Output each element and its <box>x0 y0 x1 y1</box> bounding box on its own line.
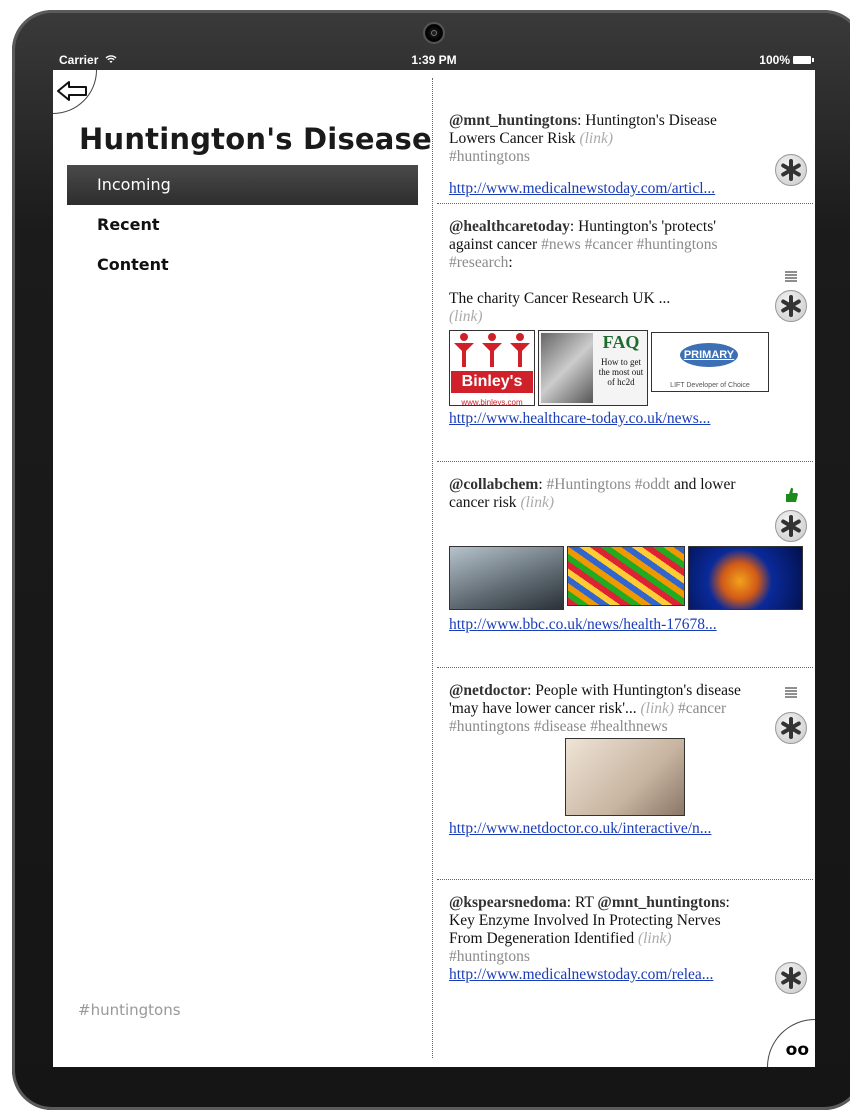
back-arrow-icon <box>57 81 87 101</box>
asterisk-icon <box>781 967 801 989</box>
tweet-url[interactable]: http://www.healthcare-today.co.uk/news..… <box>449 410 803 428</box>
item-actions <box>775 154 807 186</box>
oo-icon: oo <box>785 1040 809 1060</box>
tweet-link-word[interactable]: (link) <box>641 700 675 717</box>
feed-item: @kspearsnedoma: RT @mnt_huntingtons: Key… <box>437 880 813 994</box>
tweet-handle[interactable]: @collabchem <box>449 476 538 493</box>
primary-tagline: LIFT Developer of Choice <box>670 382 750 389</box>
star-button[interactable] <box>775 510 807 542</box>
asterisk-icon <box>781 717 801 739</box>
tweet-url[interactable]: http://www.netdoctor.co.uk/interactive/n… <box>449 820 803 838</box>
asterisk-icon <box>781 295 801 317</box>
tweet-extra: The charity Cancer Research UK ... <box>449 290 671 307</box>
corner-menu-button[interactable]: oo <box>767 1019 815 1067</box>
tweet-tags[interactable]: #Huntingtons #oddt <box>547 476 671 493</box>
app-screen: Huntington's Disease Incoming Recent Con… <box>53 70 815 1067</box>
sidebar-item-incoming[interactable]: Incoming <box>67 165 418 205</box>
tweet-mention[interactable]: @mnt_huntingtons <box>597 894 725 911</box>
star-button[interactable] <box>775 290 807 322</box>
device-frame: Carrier 1:39 PM 100% Huntington's Diseas… <box>0 0 850 1110</box>
faq-thumbnail[interactable]: FAQ How to get the most out of hc2d <box>538 330 648 406</box>
tweet-handle[interactable]: @healthcaretoday <box>449 218 570 235</box>
battery-percent: 100% <box>759 53 790 67</box>
tweet-body: : <box>538 476 547 493</box>
battery-icon <box>793 56 814 64</box>
clock: 1:39 PM <box>411 53 457 67</box>
tweet-text: @healthcaretoday: Huntington's 'protects… <box>449 218 803 326</box>
camera-icon <box>423 22 445 44</box>
dictionary-thumbnail[interactable] <box>565 738 685 816</box>
binleys-thumbnail[interactable]: Binley's www.binleys.com <box>449 330 535 406</box>
feed-list: @mnt_huntingtons: Huntington's Disease L… <box>437 70 813 994</box>
feed-item: @healthcaretoday: Huntington's 'protects… <box>437 204 813 462</box>
item-actions <box>775 962 807 994</box>
star-button[interactable] <box>775 712 807 744</box>
tweet-handle[interactable]: @netdoctor <box>449 682 527 699</box>
tweet-link-word[interactable]: (link) <box>579 130 613 147</box>
thumbnail-strip <box>449 546 804 610</box>
tweet-text: @netdoctor: People with Huntington's dis… <box>449 682 803 736</box>
star-button[interactable] <box>775 154 807 186</box>
sidebar: Huntington's Disease Incoming Recent Con… <box>53 70 433 1067</box>
tweet-text: @mnt_huntingtons: Huntington's Disease L… <box>449 112 803 166</box>
item-actions <box>775 270 807 322</box>
thumbnail-strip: Binley's www.binleys.com FAQ How to get … <box>449 330 803 406</box>
asterisk-icon <box>781 159 801 181</box>
faq-title: FAQ <box>602 332 640 352</box>
battery-indicator: 100% <box>759 53 814 67</box>
hashtag-footer: #huntingtons <box>78 1001 181 1019</box>
tweet-url[interactable]: http://www.bbc.co.uk/news/health-17678..… <box>449 616 803 634</box>
tweet-colon: : <box>508 254 513 271</box>
thumbs-up-icon[interactable] <box>783 486 799 504</box>
star-button[interactable] <box>775 962 807 994</box>
feed-item: @netdoctor: People with Huntington's dis… <box>437 668 813 880</box>
primary-logo: PRIMARY <box>680 343 738 367</box>
tweet-handle[interactable]: @kspearsnedoma <box>449 894 567 911</box>
pills-thumbnail[interactable] <box>567 546 685 606</box>
binleys-logo-text: Binley's <box>451 371 533 393</box>
tweet-link-word[interactable]: (link) <box>638 930 672 947</box>
tweet-link-word[interactable]: (link) <box>449 308 755 326</box>
lines-icon[interactable] <box>784 686 798 700</box>
sidebar-nav: Incoming Recent Content <box>67 165 418 285</box>
binleys-url-text: www.binleys.com <box>461 398 523 406</box>
brain-thumbnail[interactable] <box>687 546 804 610</box>
back-button[interactable] <box>53 70 97 114</box>
feed-item: @collabchem: #Huntingtons #oddt and lowe… <box>437 462 813 668</box>
tweet-link-word[interactable]: (link) <box>520 494 554 511</box>
people-logo-icon <box>454 333 530 367</box>
tweet-handle[interactable]: @mnt_huntingtons <box>449 112 577 129</box>
faq-photo <box>541 333 593 403</box>
feed-item: @mnt_huntingtons: Huntington's Disease L… <box>437 70 813 204</box>
tweet-text: @kspearsnedoma: RT @mnt_huntingtons: Key… <box>449 894 803 966</box>
primary-thumbnail[interactable]: PRIMARY LIFT Developer of Choice <box>651 332 769 392</box>
faq-subtitle: How to get the most out of hc2d <box>598 357 644 387</box>
lines-icon[interactable] <box>784 270 798 284</box>
panel-divider <box>432 78 433 1058</box>
item-actions <box>775 486 807 542</box>
asterisk-icon <box>781 515 801 537</box>
tweet-body: : RT <box>566 894 598 911</box>
status-bar: Carrier 1:39 PM 100% <box>53 50 815 70</box>
item-actions <box>775 686 807 744</box>
sidebar-item-recent[interactable]: Recent <box>67 205 418 245</box>
page-title: Huntington's Disease <box>79 122 432 156</box>
case-thumbnail[interactable] <box>449 546 565 610</box>
tweet-tags[interactable]: #huntingtons <box>449 148 755 166</box>
tweet-url[interactable]: http://www.medicalnewstoday.com/relea... <box>449 966 803 984</box>
tweet-url[interactable]: http://www.medicalnewstoday.com/articl..… <box>449 180 803 198</box>
tweet-tags[interactable]: #huntingtons <box>449 948 755 966</box>
tweet-text: @collabchem: #Huntingtons #oddt and lowe… <box>449 476 803 542</box>
sidebar-item-content[interactable]: Content <box>67 245 418 285</box>
